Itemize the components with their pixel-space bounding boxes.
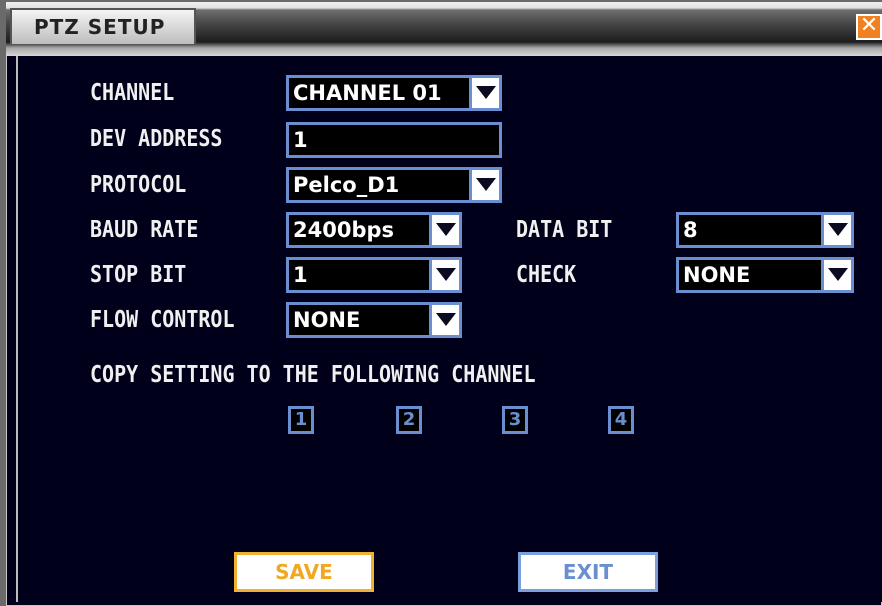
baud-rate-value: 2400bps [293,218,395,242]
protocol-select[interactable]: Pelco_D1 [286,167,502,203]
protocol-value: Pelco_D1 [293,173,400,197]
chevron-down-icon[interactable] [429,215,459,245]
flow-control-value: NONE [293,308,361,332]
flow-control-select[interactable]: NONE [286,302,462,338]
baud-rate-label: BAUD RATE [90,215,199,243]
chevron-down-icon[interactable] [429,260,459,290]
stop-bit-label: STOP BIT [90,260,187,288]
ptz-setup-window: PTZ SETUP ✕ CHANNEL CHANNEL 01 DEV ADDRE… [6,2,882,606]
dev-address-value: 1 [293,128,308,152]
copy-channel-1-checkbox[interactable]: 1 [288,406,314,434]
window-title: PTZ SETUP [10,8,196,44]
baud-rate-select[interactable]: 2400bps [286,212,462,248]
check-select[interactable]: NONE [676,257,854,293]
stop-bit-value: 1 [293,263,308,287]
channel-label: CHANNEL [90,78,175,106]
stop-bit-select[interactable]: 1 [286,257,462,293]
channel-select[interactable]: CHANNEL 01 [286,75,502,111]
title-bar: PTZ SETUP ✕ [6,2,882,56]
data-bit-label: DATA BIT [516,215,613,243]
flow-control-label: FLOW CONTROL [90,305,235,333]
copy-channel-2-checkbox[interactable]: 2 [396,406,422,434]
exit-button[interactable]: EXIT [518,552,658,592]
protocol-label: PROTOCOL [90,170,187,198]
copy-channel-4-checkbox[interactable]: 4 [608,406,634,434]
save-button[interactable]: SAVE [234,552,374,592]
close-icon[interactable]: ✕ [856,14,882,40]
chevron-down-icon[interactable] [821,260,851,290]
copy-setting-label: COPY SETTING TO THE FOLLOWING CHANNEL [90,360,536,388]
channel-value: CHANNEL 01 [293,81,442,105]
dev-address-label: DEV ADDRESS [90,124,223,152]
chevron-down-icon[interactable] [821,215,851,245]
chevron-down-icon[interactable] [469,78,499,108]
settings-panel: CHANNEL CHANNEL 01 DEV ADDRESS 1 PROTOCO… [16,56,882,602]
chevron-down-icon[interactable] [429,305,459,335]
copy-channel-3-checkbox[interactable]: 3 [502,406,528,434]
data-bit-value: 8 [683,218,698,242]
check-value: NONE [683,263,751,287]
check-label: CHECK [516,260,577,288]
chevron-down-icon[interactable] [469,170,499,200]
dev-address-field[interactable]: 1 [286,122,502,158]
data-bit-select[interactable]: 8 [676,212,854,248]
